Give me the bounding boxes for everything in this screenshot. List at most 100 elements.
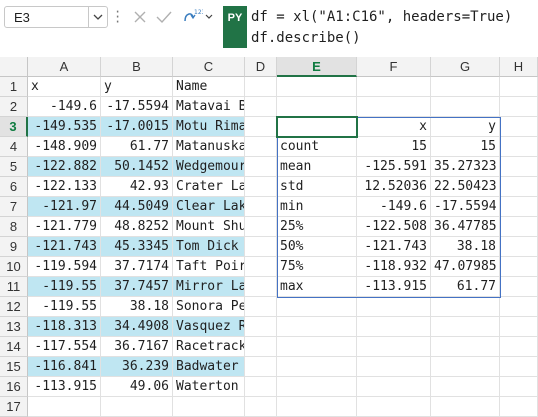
table-cell[interactable]: -17.0015 — [101, 117, 173, 137]
grid-cell[interactable] — [277, 397, 357, 417]
grid-cell[interactable] — [500, 297, 538, 317]
table-cell[interactable]: -149.6 — [28, 97, 101, 117]
table-cell[interactable]: Matavai B — [173, 97, 245, 117]
table-cell[interactable]: -117.554 — [28, 337, 101, 357]
grid-cell[interactable] — [500, 357, 538, 377]
grid-cell[interactable] — [277, 297, 357, 317]
table-header-cell[interactable]: Name — [173, 77, 245, 97]
grid-cell[interactable] — [245, 297, 277, 317]
table-cell[interactable]: -148.909 — [28, 137, 101, 157]
grid-cell[interactable] — [245, 377, 277, 397]
table-cell[interactable]: Tom Dick — [173, 237, 245, 257]
describe-cell[interactable]: 50% — [277, 237, 357, 257]
row-header-2[interactable]: 2 — [0, 97, 28, 117]
more-options-icon[interactable]: · · · — [114, 6, 121, 28]
table-cell[interactable]: 38.18 — [101, 297, 173, 317]
row-header-12[interactable]: 12 — [0, 297, 28, 317]
grid-cell[interactable] — [357, 77, 431, 97]
grid-cell[interactable] — [357, 397, 431, 417]
table-cell[interactable]: Badwater — [173, 357, 245, 377]
table-cell[interactable]: 61.77 — [101, 137, 173, 157]
grid-cell[interactable] — [277, 317, 357, 337]
table-cell[interactable]: Mount Shu — [173, 217, 245, 237]
row-header-3[interactable]: 3 — [0, 117, 28, 137]
table-cell[interactable]: -119.594 — [28, 257, 101, 277]
grid-cell[interactable] — [245, 257, 277, 277]
table-cell[interactable]: -122.133 — [28, 177, 101, 197]
row-header-5[interactable]: 5 — [0, 157, 28, 177]
table-cell[interactable]: -121.743 — [28, 237, 101, 257]
table-cell[interactable]: 36.239 — [101, 357, 173, 377]
describe-cell[interactable]: -17.5594 — [431, 197, 500, 217]
describe-cell[interactable]: 75% — [277, 257, 357, 277]
grid-cell[interactable] — [245, 97, 277, 117]
column-header-c[interactable]: C — [173, 57, 245, 77]
describe-cell[interactable] — [277, 117, 357, 137]
row-header-1[interactable]: 1 — [0, 77, 28, 97]
table-cell[interactable]: 45.3345 — [101, 237, 173, 257]
grid-cell[interactable] — [245, 277, 277, 297]
table-cell[interactable]: Clear Lak — [173, 197, 245, 217]
grid-cell[interactable] — [245, 177, 277, 197]
enter-icon[interactable] — [155, 8, 173, 26]
table-cell[interactable]: Mirror La — [173, 277, 245, 297]
row-header-8[interactable]: 8 — [0, 217, 28, 237]
table-cell[interactable]: -119.55 — [28, 277, 101, 297]
grid-cell[interactable] — [500, 177, 538, 197]
row-header-7[interactable]: 7 — [0, 197, 28, 217]
python-output-icon[interactable]: 123 — [181, 8, 203, 26]
table-cell[interactable]: Matanuska — [173, 137, 245, 157]
describe-cell[interactable]: 22.50423 — [431, 177, 500, 197]
table-cell[interactable]: Waterton — [173, 377, 245, 397]
grid-cell[interactable] — [500, 317, 538, 337]
describe-cell[interactable]: -125.591 — [357, 157, 431, 177]
cancel-icon[interactable] — [131, 8, 149, 26]
grid-cell[interactable] — [431, 337, 500, 357]
table-cell[interactable]: Vasquez R — [173, 317, 245, 337]
table-cell[interactable]: Motu Rima — [173, 117, 245, 137]
column-header-a[interactable]: A — [28, 57, 101, 77]
table-cell[interactable]: -119.55 — [28, 297, 101, 317]
table-cell[interactable]: Crater La — [173, 177, 245, 197]
grid-cell[interactable] — [357, 97, 431, 117]
describe-cell[interactable]: -149.6 — [357, 197, 431, 217]
grid-cell[interactable] — [431, 97, 500, 117]
grid-cell[interactable] — [500, 257, 538, 277]
grid-cell[interactable] — [357, 317, 431, 337]
row-header-13[interactable]: 13 — [0, 317, 28, 337]
grid-cell[interactable] — [277, 337, 357, 357]
grid-cell[interactable] — [245, 337, 277, 357]
table-cell[interactable]: 50.1452 — [101, 157, 173, 177]
grid-cell[interactable] — [245, 137, 277, 157]
column-header-f[interactable]: F — [357, 57, 431, 77]
row-header-4[interactable]: 4 — [0, 137, 28, 157]
describe-cell[interactable]: std — [277, 177, 357, 197]
table-cell[interactable]: -118.313 — [28, 317, 101, 337]
table-cell[interactable]: 36.7167 — [101, 337, 173, 357]
grid-cell[interactable] — [431, 297, 500, 317]
row-header-14[interactable]: 14 — [0, 337, 28, 357]
table-cell[interactable]: 44.5049 — [101, 197, 173, 217]
grid-cell[interactable] — [431, 317, 500, 337]
describe-cell[interactable]: max — [277, 277, 357, 297]
grid-cell[interactable] — [431, 77, 500, 97]
table-header-cell[interactable]: y — [101, 77, 173, 97]
table-cell[interactable]: -121.779 — [28, 217, 101, 237]
grid-cell[interactable] — [500, 77, 538, 97]
grid-cell[interactable] — [245, 157, 277, 177]
row-header-9[interactable]: 9 — [0, 237, 28, 257]
table-cell[interactable]: -121.97 — [28, 197, 101, 217]
describe-cell[interactable]: 15 — [357, 137, 431, 157]
describe-cell[interactable]: y — [431, 117, 500, 137]
describe-cell[interactable]: x — [357, 117, 431, 137]
grid-cell[interactable] — [431, 397, 500, 417]
table-cell[interactable]: -122.882 — [28, 157, 101, 177]
column-header-b[interactable]: B — [101, 57, 173, 77]
grid-cell[interactable] — [245, 397, 277, 417]
table-cell[interactable]: 42.93 — [101, 177, 173, 197]
table-header-cell[interactable]: x — [28, 77, 101, 97]
grid-cell[interactable] — [245, 117, 277, 137]
table-cell[interactable]: 34.4908 — [101, 317, 173, 337]
grid-cell[interactable] — [245, 237, 277, 257]
chevron-down-icon[interactable] — [88, 7, 107, 27]
